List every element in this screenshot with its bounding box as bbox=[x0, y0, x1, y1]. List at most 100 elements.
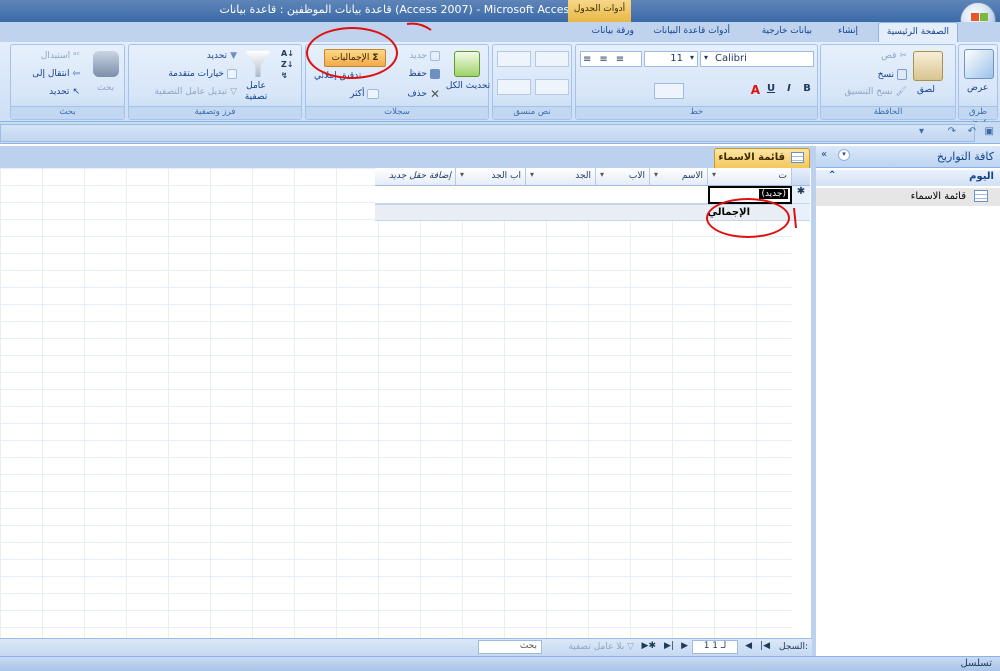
new-row[interactable] bbox=[375, 186, 708, 204]
office-logo-icon bbox=[971, 13, 979, 21]
copy-button[interactable]: نسخ bbox=[878, 69, 907, 80]
delete-button[interactable]: حذف ✕ bbox=[407, 87, 440, 101]
paste-button[interactable]: لصق bbox=[917, 85, 935, 95]
font-name-value: Calibri bbox=[715, 53, 747, 64]
window-title: قاعدة بيانات الموظفين : قاعدة بيانات (Ac… bbox=[219, 3, 575, 16]
cut-button[interactable]: قص ✂ bbox=[881, 51, 907, 61]
tab-database-tools[interactable]: أدوات قاعدة البيانات bbox=[645, 22, 738, 42]
nav-pane-header[interactable]: كافة التواريخ ▾ « bbox=[816, 146, 1000, 168]
chevron-down-icon[interactable]: ▾ bbox=[600, 170, 604, 179]
new-record-button[interactable]: جديد bbox=[409, 51, 440, 61]
next-record-icon[interactable]: ▶ bbox=[681, 641, 688, 651]
view-button[interactable]: عرض bbox=[967, 83, 988, 93]
goto-arrow-icon: ⇦ bbox=[72, 69, 80, 79]
column-header-father[interactable]: الاب ▾ bbox=[596, 168, 650, 186]
last-record-icon[interactable]: ▶| bbox=[664, 641, 674, 651]
column-header-great-grandfather[interactable]: اب الجد ▾ bbox=[456, 168, 526, 186]
column-header-add-field[interactable]: إضافة حقل جديد bbox=[375, 168, 456, 186]
filter-button[interactable]: عامل تصفية bbox=[243, 81, 269, 103]
customize-qat-icon[interactable]: ▾ bbox=[919, 126, 924, 137]
replace-button[interactable]: استبدال ᵃᶜ bbox=[41, 51, 80, 61]
selection-button[interactable]: تحديد ▼ bbox=[207, 51, 237, 61]
advanced-button[interactable]: خيارات متقدمة bbox=[168, 69, 237, 79]
column-label: الجد bbox=[575, 171, 591, 181]
save-icon[interactable]: ▣ bbox=[985, 126, 994, 137]
tab-external-data[interactable]: بيانات خارجية bbox=[754, 22, 820, 42]
align-left-icon[interactable]: ≡ bbox=[583, 54, 591, 65]
no-filter-indicator[interactable]: بلا عامل تصفية ▽ bbox=[568, 642, 634, 652]
font-color-icon[interactable]: A bbox=[751, 83, 760, 99]
column-header-seq[interactable]: ت ▾ bbox=[708, 168, 792, 186]
search-input[interactable]: بحث bbox=[478, 640, 542, 654]
tab-create[interactable]: إنشاء bbox=[830, 22, 866, 42]
italic-button[interactable]: I bbox=[782, 83, 796, 99]
select-button[interactable]: تحديد ↖ bbox=[49, 87, 80, 97]
first-record-icon[interactable]: |◀ bbox=[760, 641, 770, 651]
annotation-stroke bbox=[793, 207, 797, 229]
underline-button[interactable]: U bbox=[764, 83, 778, 99]
status-text: تسلسل bbox=[960, 658, 992, 669]
redo-icon[interactable]: ↷ bbox=[948, 126, 956, 137]
record-label: السجل: bbox=[779, 642, 808, 652]
new-record-nav-icon[interactable]: ▶✱ bbox=[642, 641, 656, 651]
align-right-icon[interactable]: ≡ bbox=[616, 54, 624, 65]
format-painter-button[interactable]: نسخ التنسيق 🖌 bbox=[844, 87, 907, 97]
chevron-down-icon[interactable]: ▾ bbox=[712, 170, 716, 179]
chevron-down-icon[interactable]: ▾ bbox=[460, 170, 464, 179]
collapse-nav-icon[interactable]: « bbox=[821, 149, 827, 160]
refresh-all-button[interactable]: تحديث الكل bbox=[446, 81, 490, 92]
font-size-select[interactable]: 11 ▾ bbox=[644, 51, 698, 67]
select-label: تحديد bbox=[49, 87, 70, 97]
numbering-icon[interactable] bbox=[535, 79, 569, 95]
bullets-icon[interactable] bbox=[535, 51, 569, 67]
column-label: الاسم bbox=[681, 171, 703, 181]
group-label-views: طرق عرض bbox=[959, 106, 997, 127]
record-position-input[interactable]: 1 لـ 1 bbox=[692, 640, 738, 654]
undo-icon[interactable]: ↶ bbox=[968, 126, 976, 137]
more-button[interactable]: أكثر bbox=[350, 89, 380, 99]
sort-ascending-icon[interactable]: A↓ bbox=[281, 49, 295, 58]
save-label: حفظ bbox=[408, 69, 427, 79]
group-label-sort-filter: فرز وتصفية bbox=[129, 106, 301, 119]
brush-icon: 🖌 bbox=[895, 87, 907, 97]
ribbon-tabs: الصفحة الرئيسية إنشاء بيانات خارجية أدوا… bbox=[0, 22, 1000, 42]
chevron-down-icon[interactable]: ▾ bbox=[654, 170, 658, 179]
bold-button[interactable]: B bbox=[800, 83, 814, 99]
paste-icon bbox=[913, 51, 943, 81]
font-name-select[interactable]: Calibri ▾ bbox=[700, 51, 814, 67]
title-bar: قاعدة بيانات الموظفين : قاعدة بيانات (Ac… bbox=[0, 0, 1000, 38]
view-icon bbox=[964, 49, 994, 79]
nav-item-names-table[interactable]: قائمة الاسماء bbox=[816, 188, 1000, 206]
nav-section-today[interactable]: اليوم ⌃ bbox=[816, 170, 1000, 186]
column-header-name[interactable]: الاسم ▾ bbox=[650, 168, 708, 186]
save-button[interactable]: حفظ bbox=[408, 69, 440, 79]
tab-home[interactable]: الصفحة الرئيسية bbox=[877, 22, 958, 42]
filter-icon bbox=[245, 51, 271, 77]
select-all-corner[interactable] bbox=[792, 168, 810, 186]
goto-button[interactable]: انتقال إلى ⇦ bbox=[32, 69, 80, 79]
nav-menu-icon[interactable]: ▾ bbox=[838, 149, 850, 161]
nav-section-label: اليوم bbox=[969, 171, 994, 182]
column-label: اب الجد bbox=[491, 171, 521, 181]
selection-filter-icon: ▼ bbox=[230, 51, 237, 61]
toggle-filter-button[interactable]: تبديل عامل التصفية ▽ bbox=[154, 87, 237, 97]
gridlines-icon[interactable] bbox=[654, 83, 684, 99]
indent-icon[interactable] bbox=[497, 51, 531, 67]
text-direction-icon[interactable] bbox=[497, 79, 531, 95]
align-center-icon[interactable]: ≡ bbox=[599, 54, 607, 65]
more-icon bbox=[367, 89, 380, 99]
delete-label: حذف bbox=[407, 89, 427, 99]
copy-label: نسخ bbox=[877, 69, 894, 80]
column-header-grandfather[interactable]: الجد ▾ bbox=[526, 168, 596, 186]
sort-descending-icon[interactable]: Z↓ bbox=[281, 60, 295, 69]
find-button[interactable]: بحث bbox=[97, 83, 114, 93]
no-filter-label: بلا عامل تصفية bbox=[568, 642, 625, 652]
document-tab-names[interactable]: قائمة الاسماء bbox=[714, 148, 810, 168]
new-row-selector[interactable]: ✱ bbox=[792, 186, 810, 204]
prev-record-icon[interactable]: ◀ bbox=[745, 641, 752, 651]
clear-sort-icon[interactable]: ↯ bbox=[281, 71, 295, 80]
column-label: ت bbox=[778, 171, 787, 181]
chevron-down-icon[interactable]: ▾ bbox=[530, 170, 534, 179]
group-label-clipboard: الحافظة bbox=[821, 106, 955, 119]
tab-datasheet[interactable]: ورقة بيانات bbox=[584, 22, 642, 42]
